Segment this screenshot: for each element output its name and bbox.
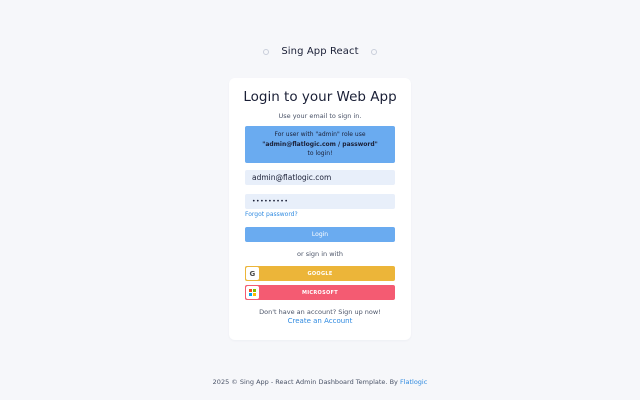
- credentials-info-box: For user with "admin" role use "admin@fl…: [245, 126, 395, 163]
- login-subtitle: Use your email to sign in.: [278, 112, 362, 120]
- brand-header: Sing App React: [0, 46, 640, 57]
- info-line-3: to login!: [307, 150, 333, 157]
- ring-right-icon: [370, 48, 377, 55]
- login-button[interactable]: Login: [245, 227, 395, 242]
- forgot-password-link[interactable]: Forgot password?: [245, 211, 298, 218]
- microsoft-sign-in-button[interactable]: MICROSOFT: [245, 285, 395, 300]
- create-account-link-text[interactable]: Create an Account: [288, 317, 353, 325]
- create-account-link[interactable]: Create an Account: [229, 317, 411, 325]
- or-sign-in-label: or sign in with: [296, 250, 343, 258]
- no-account-text: Don't have an account? Sign up now!: [259, 308, 381, 316]
- ring-left-icon: [263, 48, 270, 55]
- password-field[interactable]: •••••••••: [245, 194, 395, 209]
- footer-text: 2025 © Sing App - React Admin Dashboard …: [212, 378, 400, 386]
- login-title: Login to your Web App: [243, 89, 397, 105]
- footer: 2025 © Sing App - React Admin Dashboard …: [0, 378, 640, 386]
- microsoft-logo-icon: [246, 286, 259, 299]
- flatlogic-link[interactable]: Flatlogic: [400, 378, 427, 386]
- email-field[interactable]: admin@flatlogic.com: [245, 170, 395, 185]
- login-page: Sing App React Login to your Web App Use…: [0, 0, 640, 400]
- microsoft-button-label: MICROSOFT: [302, 289, 338, 296]
- google-button-label: GOOGLE: [307, 270, 333, 277]
- google-logo-icon: G: [246, 267, 259, 280]
- brand-name: Sing App React: [281, 46, 359, 57]
- info-credentials: "admin@flatlogic.com / password": [262, 140, 378, 148]
- info-line-1: For user with "admin" role use: [274, 131, 366, 138]
- google-sign-in-button[interactable]: G GOOGLE: [245, 266, 395, 281]
